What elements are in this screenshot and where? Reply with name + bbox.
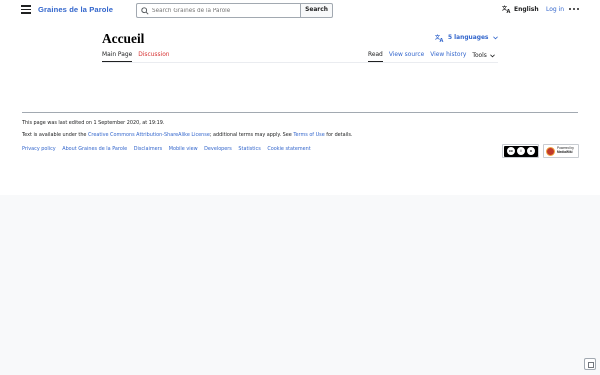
login-link[interactable]: Log in [546,6,564,13]
last-edited-info: This page was last edited on 1 September… [22,120,165,126]
language-label: English [514,5,539,13]
cc-license-badge[interactable]: cc i o [502,144,539,158]
chevron-down-icon [493,36,499,40]
mobile-view-link[interactable]: Mobile view [169,146,198,152]
search-box[interactable] [136,3,301,18]
tab-discussion[interactable]: Discussion [138,50,169,62]
languages-button[interactable]: 文 A 5 languages [435,34,499,42]
translate-icon: 文 A [502,5,511,13]
view-tabs: Read View source View history Tools [368,50,495,62]
mediawiki-badge[interactable]: Powered by MediaWiki [543,144,579,158]
language-selector[interactable]: 文 A English [502,5,539,13]
site-name-link[interactable]: Graines de la Parole [38,5,113,14]
license-text: Text is available under the [22,132,88,138]
tabs-divider [102,61,498,63]
footer-links: Privacy policy About Graines de la Parol… [22,146,316,152]
mediawiki-badge-text: Powered by MediaWiki [557,146,574,154]
disclaimers-link[interactable]: Disclaimers [134,146,162,152]
namespace-tabs: Main Page Discussion [102,50,176,62]
privacy-policy-link[interactable]: Privacy policy [22,146,56,152]
tab-read[interactable]: Read [368,50,383,62]
license-info: Text is available under the Creative Com… [22,132,352,138]
cookie-statement-link[interactable]: Cookie statement [267,146,310,152]
mediawiki-logo-icon [546,146,555,156]
search-input[interactable] [150,4,298,17]
developers-link[interactable]: Developers [204,146,232,152]
svg-text:A: A [507,9,511,13]
more-options-icon[interactable] [569,8,579,11]
page-title: Accueil [102,31,145,46]
translate-icon: 文 A [435,34,444,42]
chevron-down-icon [489,53,495,57]
terms-of-use-link[interactable]: Terms of Use [293,132,324,138]
search-button[interactable]: Search [301,3,333,18]
tools-label: Tools [472,53,487,59]
tab-view-source[interactable]: View source [389,50,424,62]
tab-view-history[interactable]: View history [430,50,466,62]
cc-logo-icon: cc i o [504,145,538,157]
search-icon [141,7,149,15]
about-link[interactable]: About Graines de la Parole [62,146,127,152]
license-text: ; additional terms may apply. See [209,132,294,138]
footer-divider [22,112,578,113]
license-text: for details. [324,132,353,138]
statistics-link[interactable]: Statistics [238,146,260,152]
languages-label: 5 languages [448,35,489,41]
main-menu-icon[interactable] [21,5,31,14]
toggle-width-button[interactable] [584,358,596,370]
header-bar: Graines de la Parole Search 文 A English … [0,0,600,22]
tools-menu[interactable]: Tools [472,50,495,62]
page-surface: Graines de la Parole Search 文 A English … [0,0,600,195]
cc-license-link[interactable]: Creative Commons Attribution-ShareAlike … [88,132,210,138]
tab-main-page[interactable]: Main Page [102,50,133,62]
svg-text:A: A [440,38,444,42]
